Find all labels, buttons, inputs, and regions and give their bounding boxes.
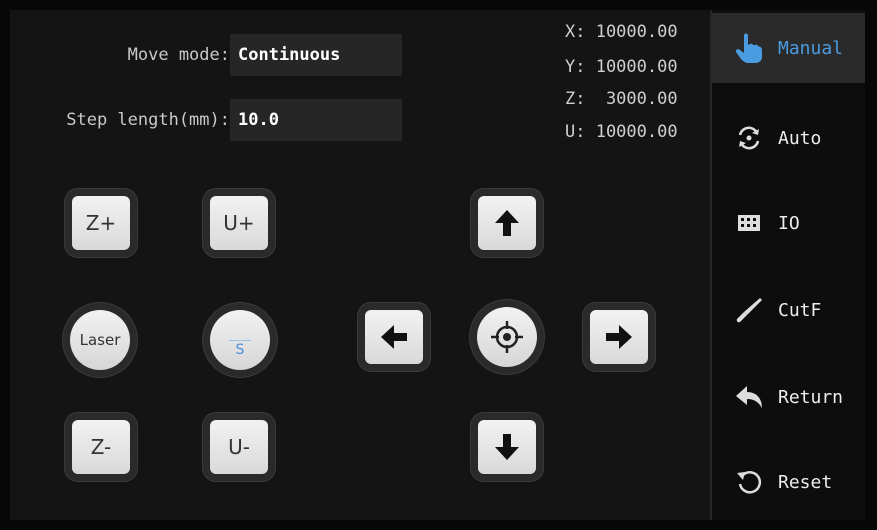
control-screen: Move mode: Continuous Step length(mm): 1… — [10, 10, 865, 520]
sidebar-item-label: CutF — [778, 299, 822, 321]
arrow-down-icon — [495, 434, 519, 460]
return-arrow-icon — [734, 382, 764, 412]
coord-u: U: 10000.00 — [565, 122, 678, 142]
slow-label: S — [235, 341, 245, 358]
sidebar-item-label: Manual — [778, 37, 844, 59]
arrow-left-icon — [381, 325, 407, 349]
fs-divider — [229, 339, 251, 341]
crosshair-icon — [491, 321, 523, 353]
u-plus-button[interactable]: U+ — [210, 196, 268, 250]
coord-y: Y: 10000.00 — [565, 57, 678, 77]
arrow-right-icon — [606, 325, 632, 349]
sidebar-item-io[interactable]: IO — [712, 188, 865, 258]
left-button[interactable] — [365, 310, 423, 364]
move-mode-field[interactable]: Continuous — [230, 34, 402, 76]
sidebar-item-cutf[interactable]: CutF — [712, 275, 865, 345]
home-button[interactable] — [477, 307, 537, 367]
u-minus-button[interactable]: U- — [210, 420, 268, 474]
laser-button[interactable]: Laser — [70, 310, 130, 370]
io-grid-icon — [734, 208, 764, 238]
down-button[interactable] — [478, 420, 536, 474]
sidebar: Manual Auto IO CutF Return Reset — [710, 10, 865, 520]
sidebar-item-label: IO — [778, 212, 800, 234]
knife-icon — [734, 295, 764, 325]
coord-x: X: 10000.00 — [565, 22, 678, 42]
step-length-label: Step length(mm): — [66, 110, 230, 130]
sidebar-item-return[interactable]: Return — [712, 362, 865, 432]
z-plus-button[interactable]: Z+ — [72, 196, 130, 250]
sidebar-item-auto[interactable]: Auto — [712, 103, 865, 173]
up-button[interactable] — [478, 196, 536, 250]
sidebar-item-label: Reset — [778, 471, 833, 493]
sidebar-item-reset[interactable]: Reset — [712, 447, 865, 517]
fast-slow-toggle[interactable]: F S — [210, 310, 270, 370]
sidebar-item-label: Return — [778, 386, 844, 408]
arrow-up-icon — [495, 210, 519, 236]
right-button[interactable] — [590, 310, 648, 364]
move-mode-label: Move mode: — [127, 45, 230, 65]
sidebar-item-label: Auto — [778, 127, 822, 149]
fast-label: F — [235, 322, 245, 339]
fast-slow-indicator: F S — [229, 323, 251, 358]
sidebar-item-manual[interactable]: Manual — [712, 13, 865, 83]
reset-icon — [734, 467, 764, 497]
auto-cycle-icon — [734, 123, 764, 153]
step-length-field[interactable]: 10.0 — [230, 99, 402, 141]
hand-pointer-icon — [734, 33, 764, 63]
z-minus-button[interactable]: Z- — [72, 420, 130, 474]
coord-z: Z: 3000.00 — [565, 89, 678, 109]
